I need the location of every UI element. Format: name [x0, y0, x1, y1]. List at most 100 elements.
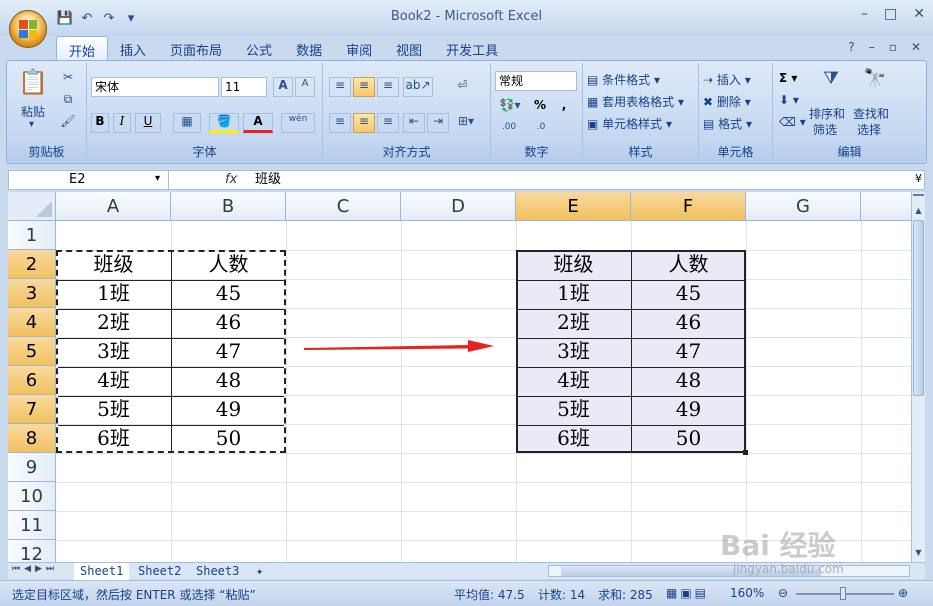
cell-e7[interactable]: 5班: [516, 395, 631, 424]
phonetic-button[interactable]: wén: [281, 113, 315, 133]
cell-b5[interactable]: 47: [171, 337, 286, 366]
copy-icon[interactable]: ⧉: [59, 91, 77, 108]
cell-f6[interactable]: 48: [631, 366, 746, 395]
vertical-scroll-thumb[interactable]: [913, 220, 924, 396]
maximize-icon[interactable]: □: [884, 6, 897, 22]
row-header-1[interactable]: 1: [8, 221, 56, 250]
number-format-combo[interactable]: 常规: [495, 71, 577, 91]
tab-review[interactable]: 审阅: [334, 36, 384, 60]
cell-styles-button[interactable]: ▣ 单元格样式 ▾: [587, 115, 672, 132]
row-header-12[interactable]: 12: [8, 540, 56, 562]
sort-filter-button[interactable]: 排序和: [809, 105, 845, 122]
cell-b4[interactable]: 46: [171, 308, 286, 337]
align-center-icon[interactable]: ≡: [353, 113, 375, 133]
help-icon[interactable]: ?: [848, 40, 854, 54]
zoom-in-icon[interactable]: ⊕: [898, 586, 908, 600]
cell-a4[interactable]: 2班: [56, 308, 171, 337]
border-icon[interactable]: ▦: [173, 113, 201, 133]
clear-icon[interactable]: ⌫ ▾: [779, 115, 806, 129]
close-icon[interactable]: ✕: [913, 6, 925, 22]
fill-color-icon[interactable]: 🪣: [209, 113, 239, 133]
name-box-dropdown-icon[interactable]: ▾: [155, 173, 160, 184]
row-header-8[interactable]: 8: [8, 424, 56, 453]
scroll-up-icon[interactable]: ▲: [913, 206, 924, 215]
tab-developer[interactable]: 开发工具: [434, 36, 510, 60]
cell-a3[interactable]: 1班: [56, 279, 171, 308]
column-header-a[interactable]: A: [56, 192, 171, 221]
column-header-f[interactable]: F: [631, 192, 746, 221]
increase-indent-icon[interactable]: ⇥: [427, 113, 449, 133]
orientation-icon[interactable]: ab↗: [403, 77, 433, 97]
sheet-tab-sheet3[interactable]: Sheet3: [190, 563, 245, 580]
cell-b7[interactable]: 49: [171, 395, 286, 424]
increase-decimal-icon[interactable]: .00: [495, 121, 523, 141]
formula-input[interactable]: 班级: [255, 171, 281, 189]
cell-b8[interactable]: 50: [171, 424, 286, 453]
underline-button[interactable]: U: [135, 113, 161, 133]
cell-e8[interactable]: 6班: [516, 424, 631, 453]
cell-f4[interactable]: 46: [631, 308, 746, 337]
paste-button[interactable]: 粘贴: [21, 103, 45, 120]
column-header-partial[interactable]: [861, 192, 911, 221]
sheet-tab-sheet1[interactable]: Sheet1: [74, 563, 130, 580]
row-header-11[interactable]: 11: [8, 511, 56, 540]
align-bottom-icon[interactable]: ≡: [377, 77, 399, 97]
fill-icon[interactable]: ⬇ ▾: [779, 93, 799, 107]
cell-a2[interactable]: 班级: [56, 250, 171, 279]
italic-button[interactable]: I: [113, 113, 131, 133]
name-box[interactable]: E2: [9, 171, 169, 189]
cell-b6[interactable]: 48: [171, 366, 286, 395]
scroll-down-icon[interactable]: ▼: [913, 548, 924, 557]
row-header-4[interactable]: 4: [8, 308, 56, 337]
font-size-combo[interactable]: 11: [221, 77, 267, 97]
view-buttons-icons[interactable]: ▦▣▤: [666, 586, 709, 600]
wrap-text-icon[interactable]: ⏎: [451, 77, 473, 97]
cell-e6[interactable]: 4班: [516, 366, 631, 395]
column-header-d[interactable]: D: [401, 192, 516, 221]
sheet-nav-icons[interactable]: ⏮◀▶⏭: [12, 564, 58, 574]
bold-button[interactable]: B: [91, 113, 109, 133]
row-header-7[interactable]: 7: [8, 395, 56, 424]
horizontal-scrollbar[interactable]: [548, 565, 910, 577]
delete-cells-button[interactable]: ✖ 删除 ▾: [703, 93, 751, 110]
row-header-10[interactable]: 10: [8, 482, 56, 511]
minimize-icon[interactable]: –: [861, 6, 868, 22]
select-all-corner[interactable]: [8, 192, 56, 221]
cell-f5[interactable]: 47: [631, 337, 746, 366]
column-header-b[interactable]: B: [171, 192, 286, 221]
cell-e5[interactable]: 3班: [516, 337, 631, 366]
percent-button[interactable]: %: [529, 97, 551, 117]
grow-font-button[interactable]: A: [273, 77, 293, 97]
row-header-2[interactable]: 2: [8, 250, 56, 279]
sheet-tab-sheet2[interactable]: Sheet2: [132, 563, 187, 580]
column-header-e[interactable]: E: [516, 192, 631, 221]
row-header-3[interactable]: 3: [8, 279, 56, 308]
tab-home[interactable]: 开始: [56, 36, 109, 60]
format-as-table-button[interactable]: ▦ 套用表格格式 ▾: [587, 93, 684, 110]
tab-data[interactable]: 数据: [284, 36, 334, 60]
cell-b3[interactable]: 45: [171, 279, 286, 308]
zoom-out-icon[interactable]: ⊖: [778, 586, 788, 600]
currency-icon[interactable]: 💱▾: [495, 97, 525, 117]
split-box[interactable]: [913, 194, 924, 200]
row-header-5[interactable]: 5: [8, 337, 56, 366]
tab-page-layout[interactable]: 页面布局: [158, 36, 234, 60]
cell-f7[interactable]: 49: [631, 395, 746, 424]
wb-minimize-icon[interactable]: –: [869, 40, 875, 54]
align-left-icon[interactable]: ≡: [329, 113, 351, 133]
font-name-combo[interactable]: 宋体: [91, 77, 219, 97]
zoom-slider-thumb[interactable]: [840, 587, 846, 600]
tab-view[interactable]: 视图: [384, 36, 434, 60]
comma-button[interactable]: ,: [553, 97, 575, 117]
cell-e3[interactable]: 1班: [516, 279, 631, 308]
autosum-button[interactable]: Σ ▾: [779, 71, 797, 85]
cell-f2[interactable]: 人数: [631, 250, 746, 279]
vertical-scrollbar[interactable]: ▲ ▼: [911, 192, 925, 562]
cut-icon[interactable]: ✂: [59, 69, 77, 85]
cell-a5[interactable]: 3班: [56, 337, 171, 366]
zoom-level[interactable]: 160%: [730, 586, 764, 600]
conditional-format-button[interactable]: ▤ 条件格式 ▾: [587, 71, 660, 88]
align-middle-icon[interactable]: ≡: [353, 77, 375, 97]
paste-icon[interactable]: 📋: [17, 67, 48, 97]
merge-center-icon[interactable]: ⊞▾: [451, 113, 481, 133]
